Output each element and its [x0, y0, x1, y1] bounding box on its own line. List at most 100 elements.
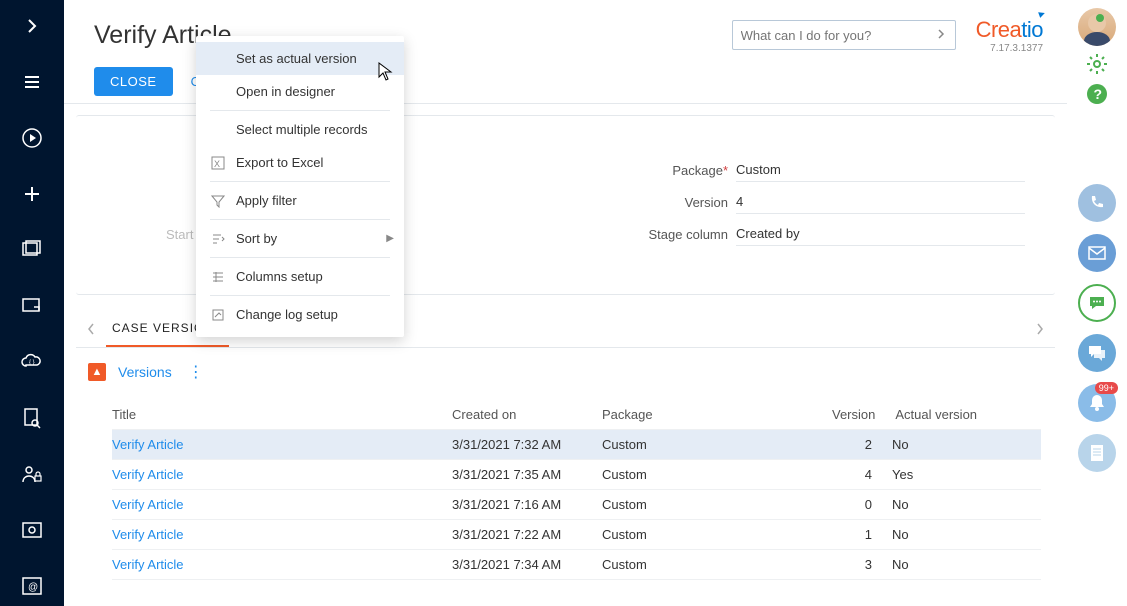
chat-panel-icon[interactable] — [1078, 284, 1116, 322]
row-title-link[interactable]: Verify Article — [112, 437, 184, 452]
row-package: Custom — [602, 527, 832, 542]
notification-badge: 99+ — [1095, 382, 1118, 394]
left-nav-rail: { } @ — [0, 0, 64, 606]
nav-cloud-icon[interactable]: { } — [16, 346, 48, 378]
mail-panel-icon[interactable] — [1078, 234, 1116, 272]
nav-play-icon[interactable] — [16, 122, 48, 154]
version-value[interactable]: 4 — [736, 190, 1025, 214]
versions-grid: Title Created on Package Version Actual … — [112, 400, 1041, 580]
menu-item-label: Change log setup — [236, 307, 338, 322]
feed-panel-icon[interactable] — [1078, 334, 1116, 372]
row-version: 3 — [832, 557, 892, 572]
collapse-toggle-icon[interactable]: ▲ — [88, 363, 106, 381]
row-actual: No — [892, 557, 1041, 572]
menu-item-label: Set as actual version — [236, 51, 357, 66]
row-title-link[interactable]: Verify Article — [112, 557, 184, 572]
versions-more-icon[interactable]: ⋮ — [184, 362, 208, 382]
grid-header-row: Title Created on Package Version Actual … — [112, 400, 1041, 430]
table-row[interactable]: Verify Article3/31/2021 7:34 AMCustom3No — [112, 550, 1041, 580]
row-title-link[interactable]: Verify Article — [112, 527, 184, 542]
nav-expand-icon[interactable] — [16, 10, 48, 42]
logo-text-1: Crea — [976, 17, 1022, 42]
col-package-header[interactable]: Package — [602, 407, 832, 422]
row-actual: No — [892, 497, 1041, 512]
tab-scroll-left-icon[interactable] — [76, 322, 106, 336]
search-go-icon[interactable] — [935, 28, 947, 43]
nav-search-page-icon[interactable] — [16, 402, 48, 434]
stage-column-label: Stage column — [586, 227, 736, 242]
versions-section-header: ▲ Versions ⋮ — [88, 362, 208, 382]
menu-item-sort-by[interactable]: Sort by▶ — [196, 222, 404, 255]
avatar-wrap[interactable] — [1078, 8, 1116, 46]
nav-user-lock-icon[interactable] — [16, 458, 48, 490]
table-row[interactable]: Verify Article3/31/2021 7:32 AMCustom2No — [112, 430, 1041, 460]
menu-separator — [210, 110, 390, 111]
row-version: 2 — [832, 437, 892, 452]
row-package: Custom — [602, 467, 832, 482]
presence-dot-icon — [1096, 14, 1104, 22]
row-version: 4 — [832, 467, 892, 482]
excel-icon: X — [210, 156, 226, 170]
filter-icon — [210, 194, 226, 208]
row-created: 3/31/2021 7:22 AM — [452, 527, 602, 542]
log-icon — [210, 308, 226, 322]
row-created: 3/31/2021 7:35 AM — [452, 467, 602, 482]
row-actual: Yes — [892, 467, 1041, 482]
global-search-input[interactable] — [741, 28, 935, 43]
package-value[interactable]: Custom — [736, 158, 1025, 182]
nav-menu-icon[interactable] — [16, 66, 48, 98]
menu-item-columns-setup[interactable]: Columns setup — [196, 260, 404, 293]
package-label: Package* — [586, 163, 736, 178]
versions-title[interactable]: Versions — [118, 364, 172, 380]
row-package: Custom — [602, 557, 832, 572]
nav-settings-page-icon[interactable] — [16, 514, 48, 546]
global-search[interactable] — [732, 20, 956, 50]
help-icon[interactable]: ? — [1085, 82, 1109, 106]
menu-item-change-log-setup[interactable]: Change log setup — [196, 298, 404, 331]
logo-text-2: tio — [1021, 17, 1043, 42]
app-version: 7.17.3.1377 — [976, 43, 1043, 54]
menu-separator — [210, 295, 390, 296]
menu-item-export-to-excel[interactable]: X Export to Excel — [196, 146, 404, 179]
close-button[interactable]: CLOSE — [94, 67, 173, 96]
menu-item-select-multiple-records[interactable]: Select multiple records — [196, 113, 404, 146]
stage-column-value[interactable]: Created by — [736, 222, 1025, 246]
row-created: 3/31/2021 7:16 AM — [452, 497, 602, 512]
menu-item-label: Select multiple records — [236, 122, 368, 137]
table-row[interactable]: Verify Article 3/31/2021 7:35 AMCustom4Ye… — [112, 460, 1041, 490]
nav-add-icon[interactable] — [16, 178, 48, 210]
context-menu: Set as actual version Open in designer Sel… — [196, 36, 404, 337]
col-created-header[interactable]: Created on — [452, 407, 602, 422]
phone-panel-icon[interactable] — [1078, 184, 1116, 222]
row-package: Custom — [602, 437, 832, 452]
row-title-link[interactable]: Verify Article — [112, 497, 184, 512]
menu-item-set-as-actual-version[interactable]: Set as actual version — [196, 42, 404, 75]
nav-library-icon[interactable] — [16, 234, 48, 266]
columns-icon — [210, 270, 226, 284]
settings-gear-icon[interactable] — [1085, 52, 1109, 76]
nav-at-page-icon[interactable]: @ — [16, 570, 48, 602]
col-actual-header[interactable]: Actual version — [895, 407, 1041, 422]
notifications-panel-icon[interactable]: 99+ — [1078, 384, 1116, 422]
menu-item-label: Open in designer — [236, 84, 335, 99]
row-title-link[interactable]: Verify Article — [112, 467, 184, 482]
menu-separator — [210, 257, 390, 258]
logo: Creatio 7.17.3.1377 — [976, 17, 1043, 54]
svg-text:X: X — [214, 159, 220, 169]
col-version-header[interactable]: Version — [832, 407, 895, 422]
col-title-header[interactable]: Title — [112, 407, 452, 422]
menu-item-label: Apply filter — [236, 193, 297, 208]
nav-process-icon[interactable] — [16, 290, 48, 322]
tab-scroll-right-icon[interactable] — [1025, 322, 1055, 336]
sort-icon — [210, 232, 226, 246]
table-row[interactable]: Verify Article3/31/2021 7:22 AMCustom1No — [112, 520, 1041, 550]
menu-item-label: Columns setup — [236, 269, 323, 284]
menu-item-label: Export to Excel — [236, 155, 323, 170]
menu-separator — [210, 181, 390, 182]
menu-item-apply-filter[interactable]: Apply filter — [196, 184, 404, 217]
history-panel-icon[interactable] — [1078, 434, 1116, 472]
submenu-arrow-icon: ▶ — [386, 233, 394, 244]
menu-item-open-in-designer[interactable]: Open in designer — [196, 75, 404, 108]
row-created: 3/31/2021 7:32 AM — [452, 437, 602, 452]
table-row[interactable]: Verify Article3/31/2021 7:16 AMCustom0No — [112, 490, 1041, 520]
